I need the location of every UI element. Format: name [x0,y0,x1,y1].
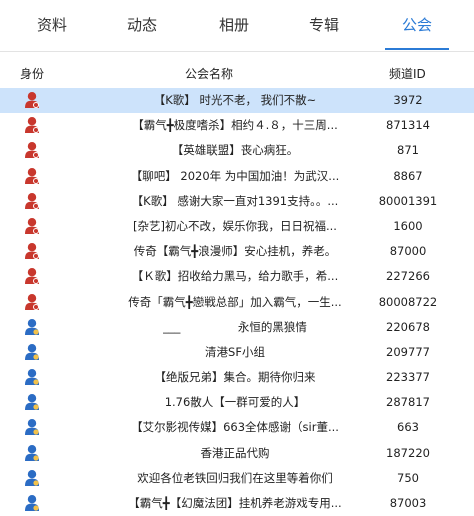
member-icon [24,418,40,436]
active-tab-indicator [385,48,449,50]
table-row[interactable]: [杂艺]初心不改，娱乐你我，日日祝福... 1600 [0,214,474,239]
channel-id: 223377 [386,370,430,385]
guild-name: ___ 永恒的黑狼情 [163,319,307,334]
table-row[interactable]: 香港正品代购 187220 [0,441,474,466]
tab-album[interactable]: 相册 [206,0,262,51]
guild-name: 【艾尔影视传媒】663全体感谢（sir董... [131,420,339,435]
leader-icon [24,141,40,159]
member-icon [24,318,40,336]
channel-id: 220678 [386,319,430,334]
tab-guild[interactable]: 公会 [388,0,446,51]
leader-icon [24,267,40,285]
table-row[interactable]: 【霸气╋极度嗜杀】相约４.８，十三周... 871314 [0,113,474,138]
table-row[interactable]: 【英雄联盟】丧心病狂。 871 [0,138,474,163]
guild-name: [杂艺]初心不改，娱乐你我，日日祝福... [133,218,337,233]
tab-activity[interactable]: 动态 [114,0,170,51]
member-icon [24,393,40,411]
channel-id: 1600 [393,218,423,233]
guild-name: 【绝版兄弟】集合。期待你归来 [154,370,316,385]
leader-icon [24,192,40,210]
table-row[interactable]: 清港SF小组 209777 [0,340,474,365]
guild-name: 【K歌】 感谢大家一直对1391支持。。... [131,193,339,208]
header-channel-id: 频道ID [389,67,426,81]
channel-id: 87003 [389,496,427,510]
channel-id: 87000 [389,244,427,259]
channel-id: 8867 [393,168,423,183]
leader-icon [24,217,40,235]
guild-list: 【K歌】 时光不老， 我们不散~ 3972 【霸气╋极度嗜杀】相约４.８，十三周..… [0,88,474,516]
table-row[interactable]: 【艾尔影视传媒】663全体感谢（sir董... 663 [0,415,474,440]
member-icon [24,494,40,512]
guild-name: 【霸气╋【幻魔法团】挂机养老游戏专用... [128,496,342,510]
guild-name: 【聊吧】 2020年 为中国加油！为武汉... [130,168,340,183]
member-icon [24,343,40,361]
table-row[interactable]: 传奇【霸气╋浪漫师】安心挂机，养老。 87000 [0,239,474,264]
leader-icon [24,242,40,260]
leader-icon [24,91,40,109]
table-row[interactable]: 【Ｋ歌】招收给力黑马，给力歌手，希... 227266 [0,264,474,289]
table-row[interactable]: 【K歌】 感谢大家一直对1391支持。。... 80001391 [0,189,474,214]
guild-name: 清港SF小组 [205,344,265,359]
header-guild-name: 公会名称 [185,67,234,81]
channel-id: 209777 [386,344,430,359]
table-row[interactable]: 【绝版兄弟】集合。期待你归来 223377 [0,365,474,390]
guild-name: 传奇【霸气╋浪漫师】安心挂机，养老。 [133,244,337,259]
guild-name: 【霸气╋极度嗜杀】相约４.８，十三周... [132,118,338,133]
tab-profile[interactable]: 资料 [24,0,80,51]
member-icon [24,368,40,386]
channel-id: 80008722 [378,294,438,309]
guild-name: 香港正品代购 [200,445,270,460]
table-row[interactable]: 1.76散人【一群可爱的人】 287817 [0,390,474,415]
table-row[interactable]: 【霸气╋【幻魔法团】挂机养老游戏专用... 87003 [0,491,474,516]
channel-id: 3972 [393,93,423,107]
guild-name: 【K歌】 时光不老， 我们不散~ [153,93,317,107]
guild-name: 【Ｋ歌】招收给力黑马，给力歌手，希... [131,269,339,284]
leader-icon [24,116,40,134]
channel-id: 187220 [386,445,430,460]
tab-bar: 资料 动态 相册 专辑 公会 [0,0,474,52]
table-header: 身份 公会名称 频道ID [0,62,474,86]
channel-id: 750 [397,470,419,485]
channel-id: 871 [397,143,419,158]
table-row[interactable]: ___ 永恒的黑狼情 220678 [0,315,474,340]
channel-id: 871314 [386,118,430,133]
table-row[interactable]: 【K歌】 时光不老， 我们不散~ 3972 [0,88,474,114]
member-icon [24,444,40,462]
channel-id: 287817 [386,395,430,410]
guild-name: 【英雄联盟】丧心病狂。 [171,143,299,158]
tab-music-album[interactable]: 专辑 [296,0,352,51]
table-row[interactable]: 传奇「霸气╋戀戦总部」加入霸气，一生... 80008722 [0,290,474,315]
channel-id: 663 [397,420,419,435]
member-icon [24,469,40,487]
channel-id: 227266 [386,269,430,284]
guild-name: 传奇「霸气╋戀戦总部」加入霸气，一生... [128,294,342,309]
channel-id: 80001391 [378,193,438,208]
guild-name: 欢迎各位老铁回归我们在这里等着你们 [137,470,333,485]
table-row[interactable]: 欢迎各位老铁回归我们在这里等着你们 750 [0,466,474,491]
header-role: 身份 [20,67,45,81]
table-row[interactable]: 【聊吧】 2020年 为中国加油！为武汉... 8867 [0,164,474,189]
leader-icon [24,167,40,185]
guild-name: 1.76散人【一群可爱的人】 [164,395,306,410]
leader-icon [24,293,40,311]
